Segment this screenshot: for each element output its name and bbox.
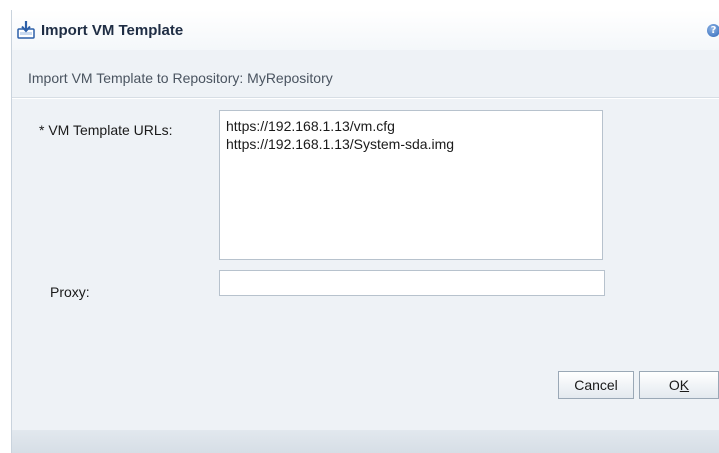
header-divider <box>12 97 719 99</box>
cancel-button[interactable]: Cancel <box>558 371 634 399</box>
proxy-input[interactable] <box>219 270 605 296</box>
required-marker: * <box>39 122 45 138</box>
import-vm-template-dialog: Import VM Template ? Import VM Template … <box>11 10 719 453</box>
cancel-button-label: Cancel <box>574 377 618 393</box>
ok-button-label: OK <box>668 377 690 393</box>
dialog-titlebar: Import VM Template ? <box>12 10 719 50</box>
ok-button[interactable]: OK <box>639 371 719 399</box>
import-icon <box>16 20 36 40</box>
dialog-title: Import VM Template <box>41 22 184 39</box>
proxy-label: Proxy: <box>50 284 90 300</box>
vm-template-urls-textarea[interactable] <box>219 110 603 260</box>
dialog-footer <box>12 430 719 453</box>
vm-template-urls-label: * VM Template URLs: <box>39 122 173 138</box>
help-icon[interactable]: ? <box>707 24 719 37</box>
dialog-subtitle: Import VM Template to Repository: MyRepo… <box>28 70 333 86</box>
vm-template-urls-label-text: VM Template URLs: <box>48 122 173 138</box>
